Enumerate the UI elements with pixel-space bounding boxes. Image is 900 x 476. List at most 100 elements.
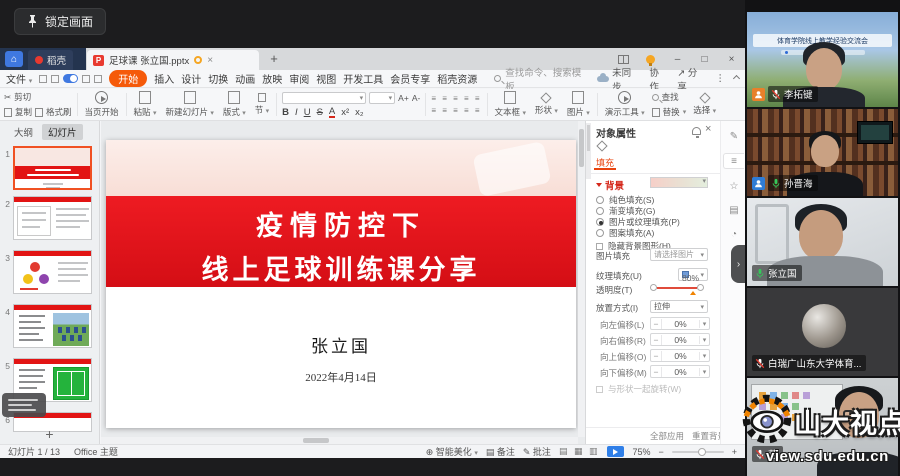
participant-tile-1[interactable]: 体育学院线上教学经验交流会 李拓键 bbox=[747, 12, 898, 107]
italic-button[interactable]: I bbox=[295, 107, 298, 118]
help-icon[interactable]: ◔ bbox=[726, 227, 742, 243]
menu-transitions[interactable]: 切换 bbox=[208, 71, 228, 86]
view-switcher-icons[interactable]: ▤ ▦ ▥ bbox=[559, 446, 600, 457]
print-icon[interactable] bbox=[51, 75, 59, 83]
new-slide-button[interactable]: 新建幻灯片 ▾ bbox=[163, 91, 215, 118]
tab-outline[interactable]: 大纲 bbox=[8, 124, 39, 140]
menu-slideshow[interactable]: 放映 bbox=[262, 71, 282, 86]
menu-developer[interactable]: 开发工具 bbox=[343, 71, 383, 86]
offset-right-stepper[interactable]: −0%▾ bbox=[650, 333, 710, 346]
lock-screen-button[interactable]: 锁定画面 bbox=[14, 8, 106, 35]
participant-tile-2[interactable]: 孙晋海 bbox=[747, 109, 898, 196]
slide-title-banner[interactable]: 疫情防控下 线上足球训练课分享 bbox=[106, 196, 576, 287]
transparency-slider[interactable] bbox=[650, 284, 704, 291]
layout-button[interactable]: 版式 ▾ bbox=[221, 91, 248, 118]
zoom-knob[interactable] bbox=[698, 448, 706, 456]
play-from-current-button[interactable]: 当页开始 bbox=[83, 91, 121, 118]
autosave-toggle[interactable] bbox=[63, 74, 78, 83]
menu-review[interactable]: 审阅 bbox=[289, 71, 309, 86]
menu-design[interactable]: 设计 bbox=[181, 71, 201, 86]
strikethrough-button[interactable]: S bbox=[317, 107, 323, 118]
picture-fill-dropdown[interactable]: 请选择图片▾ bbox=[650, 248, 708, 261]
close-tab-icon[interactable]: × bbox=[207, 55, 213, 66]
background-section-header[interactable]: 背景 bbox=[596, 178, 624, 192]
menu-member[interactable]: 会员专享 bbox=[390, 71, 430, 86]
fill-option-pattern[interactable]: 图案填充(A) bbox=[596, 227, 654, 239]
theme-name[interactable]: Office 主题 bbox=[74, 445, 118, 458]
menu-view[interactable]: 视图 bbox=[316, 71, 336, 86]
slide-thumbnail-3[interactable] bbox=[13, 250, 92, 294]
slide-author[interactable]: 张立国 bbox=[106, 332, 576, 357]
recommend-icon[interactable]: ✎ bbox=[726, 129, 742, 145]
bold-button[interactable]: B bbox=[282, 107, 289, 118]
zoom-out-button[interactable]: − bbox=[658, 447, 663, 457]
offset-left-stepper[interactable]: −0%▾ bbox=[650, 317, 710, 330]
properties-icon[interactable]: ≡ bbox=[723, 153, 744, 169]
superscript-button[interactable]: x² bbox=[341, 107, 349, 118]
participant-tile-5[interactable]: 范 bbox=[747, 378, 898, 476]
slide-thumbnail-1[interactable] bbox=[13, 146, 92, 190]
canvas-vertical-scrollbar[interactable] bbox=[578, 121, 585, 437]
panel-close-icon[interactable]: × bbox=[705, 123, 711, 135]
slide-date[interactable]: 2022年4月14日 bbox=[106, 369, 576, 385]
collapse-ribbon-icon[interactable] bbox=[733, 75, 740, 82]
picture-button[interactable]: 图片 ▾ bbox=[565, 91, 592, 118]
beautify-button[interactable]: ⊕ 智能美化 ▾ bbox=[426, 445, 478, 458]
decrease-font-button[interactable]: A- bbox=[412, 93, 421, 103]
participant-tile-3-speaking[interactable]: 张立国 bbox=[747, 198, 898, 286]
slider-knob-right[interactable] bbox=[697, 284, 704, 291]
increase-font-button[interactable]: A+ bbox=[398, 93, 409, 103]
add-slide-button[interactable]: + bbox=[0, 426, 99, 442]
font-color-button[interactable]: A bbox=[329, 107, 335, 118]
gallery-icon[interactable]: ▤ bbox=[726, 203, 742, 219]
canvas-horizontal-scrollbar[interactable] bbox=[101, 437, 578, 444]
notes-button[interactable]: ▤ 备注 bbox=[486, 445, 515, 458]
slideshow-play-button[interactable] bbox=[607, 446, 624, 457]
offset-down-stepper[interactable]: −0%▾ bbox=[650, 365, 710, 378]
panel-scrollbar[interactable] bbox=[586, 123, 591, 179]
document-tab[interactable]: P 足球课 张立国.pptx × bbox=[87, 50, 259, 70]
slide-thumbnail-4[interactable] bbox=[13, 304, 92, 348]
select-button[interactable]: 选择 ▾ bbox=[691, 91, 718, 118]
zoom-in-button[interactable]: + bbox=[732, 447, 737, 457]
underline-button[interactable]: U bbox=[304, 107, 311, 118]
zoom-level[interactable]: 75% bbox=[632, 447, 650, 457]
menu-home[interactable]: 开始 bbox=[109, 70, 147, 87]
placement-dropdown[interactable]: 拉伸▾ bbox=[650, 300, 708, 313]
font-size-select[interactable] bbox=[369, 92, 395, 104]
format-painter-button[interactable]: 格式刷 bbox=[35, 106, 72, 118]
copy-button[interactable]: 复制 bbox=[4, 106, 32, 118]
participant-tile-4[interactable]: 白瑞广山东大学体育... bbox=[747, 288, 898, 376]
zoom-slider[interactable] bbox=[672, 451, 724, 453]
save-icon[interactable] bbox=[39, 75, 47, 83]
undo-icon[interactable] bbox=[82, 75, 90, 83]
menu-animation[interactable]: 动画 bbox=[235, 71, 255, 86]
menu-docer-resources[interactable]: 稻壳资源 bbox=[437, 71, 477, 86]
paste-button[interactable]: 粘贴 ▾ bbox=[132, 91, 159, 118]
docer-tab[interactable]: 稻壳 bbox=[28, 50, 73, 70]
apply-all-button[interactable]: 全部应用 bbox=[650, 430, 684, 442]
more-menu-icon[interactable]: ⋮ bbox=[716, 73, 726, 84]
slide-thumbnail-2[interactable] bbox=[13, 196, 92, 240]
cut-button[interactable]: ✂剪切 bbox=[4, 91, 72, 103]
rotate-with-shape-checkbox[interactable]: 与形状一起旋转(W) bbox=[596, 383, 681, 395]
presentation-tools-button[interactable]: 演示工具 ▾ bbox=[603, 91, 647, 118]
home-tab[interactable]: ⌂ bbox=[5, 51, 23, 67]
font-family-select[interactable] bbox=[282, 92, 366, 104]
text-box-button[interactable]: 文本框 ▾ bbox=[493, 91, 528, 118]
comments-button[interactable]: ✎ 批注 bbox=[523, 445, 551, 458]
menu-insert[interactable]: 插入 bbox=[154, 71, 174, 86]
star-icon[interactable]: ☆ bbox=[726, 179, 742, 195]
slider-knob-left[interactable] bbox=[650, 284, 657, 291]
current-slide[interactable]: 疫情防控下 线上足球训练课分享 张立国 2022年4月14日 bbox=[106, 140, 576, 428]
tab-slides[interactable]: 幻灯片 bbox=[42, 124, 83, 140]
replace-button[interactable]: 替换 ▾ bbox=[652, 106, 687, 118]
bell-icon[interactable] bbox=[692, 127, 701, 135]
background-color-swatch[interactable] bbox=[650, 177, 708, 188]
find-button[interactable]: 查找 bbox=[652, 91, 687, 103]
redo-icon[interactable] bbox=[94, 75, 102, 83]
file-menu[interactable]: 文件 ▾ bbox=[6, 71, 32, 86]
collapse-panel-handle[interactable]: › bbox=[731, 245, 746, 283]
subscript-button[interactable]: x₂ bbox=[355, 107, 363, 118]
section-button[interactable]: 节 ▾ bbox=[253, 91, 271, 118]
